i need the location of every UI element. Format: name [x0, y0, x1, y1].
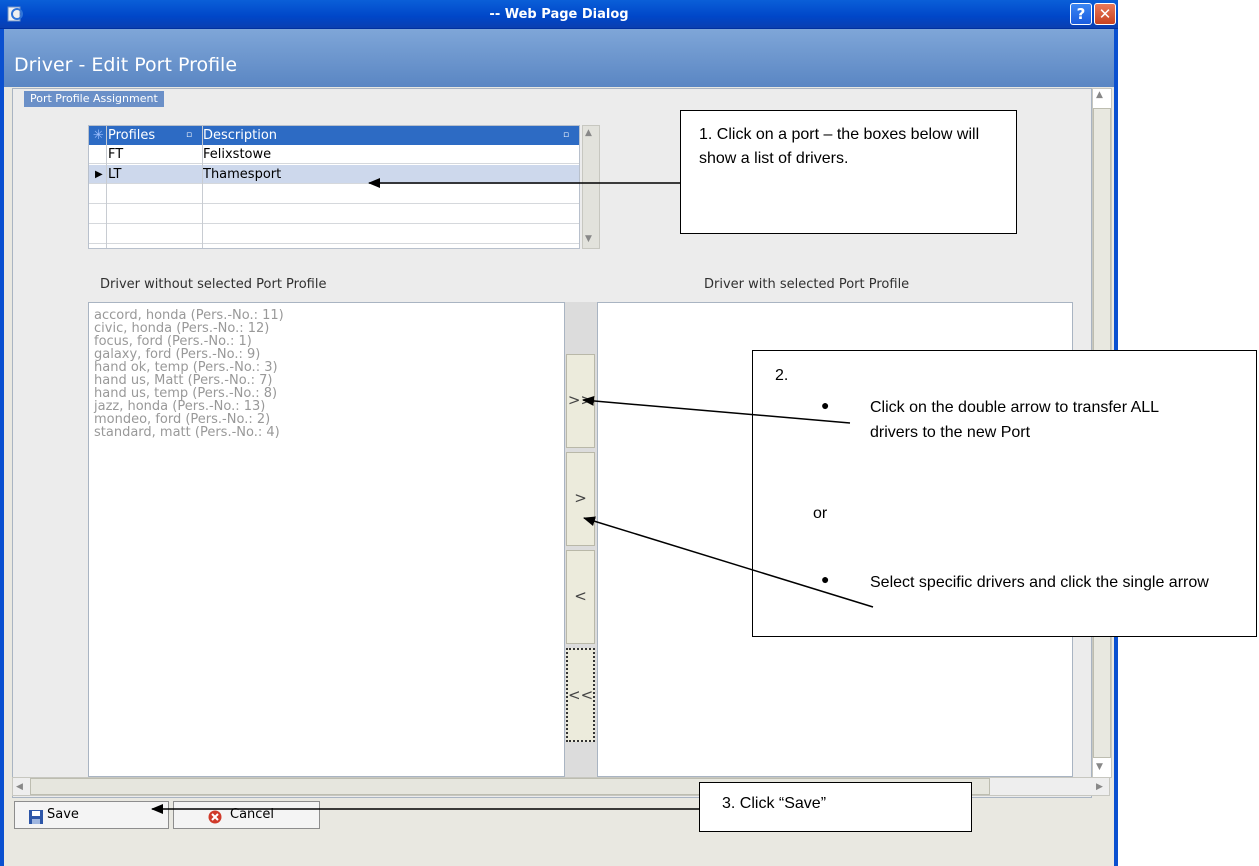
arrow-to-add-selected [583, 516, 874, 608]
arrow-to-add-all [582, 395, 851, 424]
annotation-arrows [151, 178, 874, 814]
